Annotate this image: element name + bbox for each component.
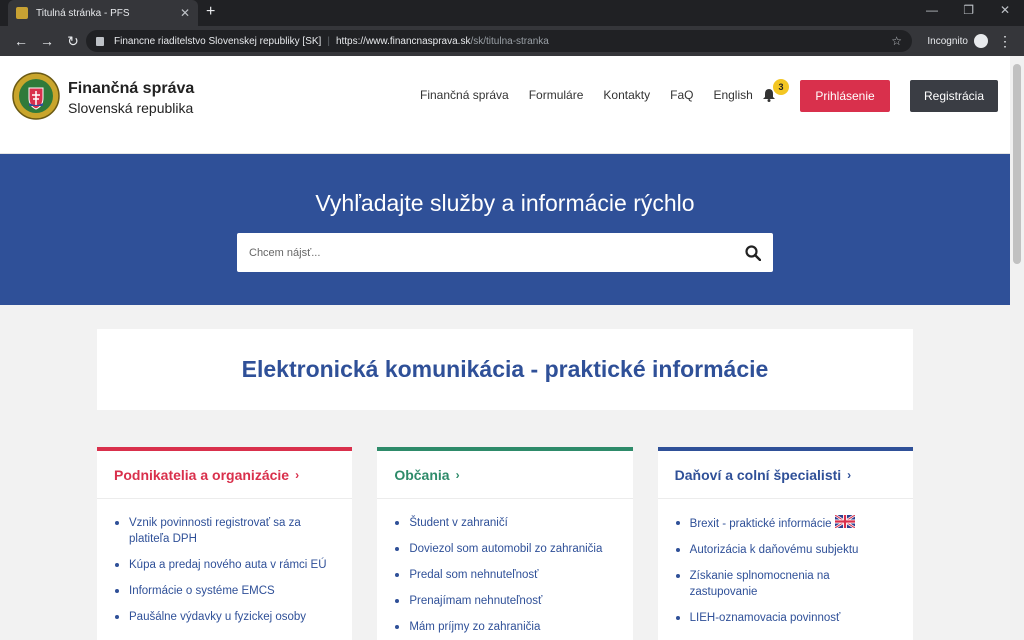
brand-subtitle: Slovenská republika	[68, 100, 194, 116]
url-path: /sk/titulna-stranka	[470, 35, 549, 47]
list-item[interactable]: Získanie splnomocnenia na zastupovanie	[675, 568, 897, 600]
page-content: Finančná správa Slovenská republika Fina…	[0, 56, 1010, 640]
scrollbar-thumb[interactable]	[1013, 64, 1021, 264]
browser-tab[interactable]: Titulná stránka - PFS ✕	[8, 0, 198, 26]
restore-icon[interactable]: ❐	[963, 3, 974, 17]
brand[interactable]: Finančná správa Slovenská republika	[68, 80, 194, 116]
search-icon[interactable]	[745, 244, 761, 261]
list-item[interactable]: Doviezol som automobil zo zahraničia	[395, 541, 616, 557]
scrollbar[interactable]	[1010, 56, 1024, 640]
nav-item-financna-sprava[interactable]: Finančná správa	[420, 88, 509, 102]
chevron-right-icon: ›	[847, 467, 852, 482]
close-window-icon[interactable]: ✕	[1000, 3, 1010, 17]
card-podnikatelia: Podnikatelia a organizácie › Vznik povin…	[97, 447, 353, 640]
list-item[interactable]: Paušálne výdavky u fyzickej osoby	[114, 609, 336, 625]
list-item-label: Brexit - praktické informácie	[689, 518, 832, 530]
card-links: Vznik povinnosti registrovať sa za plati…	[97, 499, 352, 625]
card-title-link[interactable]: Daňoví a colní špecialisti ›	[657, 451, 913, 499]
category-cards: Podnikatelia a organizácie › Vznik povin…	[97, 447, 913, 640]
login-button[interactable]: Prihlásenie	[800, 80, 890, 112]
divider: |	[327, 35, 330, 47]
bookmark-star-icon[interactable]: ☆	[891, 34, 902, 48]
card-links: Brexit - praktické informácie Autorizáci…	[658, 499, 913, 626]
list-item[interactable]: Kúpa a predaj nového auta v rámci EÚ	[114, 557, 336, 573]
uk-flag-icon	[834, 515, 855, 528]
nav-item-formulare[interactable]: Formuláre	[529, 88, 584, 102]
list-item[interactable]: Mám príjmy zo zahraničia	[395, 619, 616, 635]
search-hero: Vyhľadajte služby a informácie rýchlo	[0, 154, 1010, 305]
notification-badge: 3	[773, 79, 789, 95]
chevron-right-icon: ›	[455, 467, 460, 482]
url-host: https://www.financnasprava.sk	[335, 35, 471, 47]
site-org: Financne riaditelstvo Slovenskej republi…	[114, 35, 322, 47]
card-title-link[interactable]: Podnikatelia a organizácie ›	[97, 451, 353, 499]
lock-icon	[96, 36, 104, 46]
site-header: Finančná správa Slovenská republika Fina…	[0, 56, 1010, 154]
incognito-label: Incognito	[927, 35, 968, 47]
search-box	[237, 233, 773, 272]
chevron-right-icon: ›	[295, 467, 300, 482]
address-bar[interactable]: Financne riaditelstvo Slovenskej republi…	[86, 30, 912, 52]
search-input[interactable]	[249, 246, 745, 259]
forward-icon[interactable]: →	[34, 33, 60, 49]
card-title-link[interactable]: Občania ›	[377, 451, 633, 499]
list-item[interactable]: LIEH-oznamovacia povinnosť	[675, 610, 897, 626]
hero-title: Vyhľadajte služby a informácie rýchlo	[315, 190, 695, 216]
incognito-icon	[974, 34, 988, 48]
nav-item-faq[interactable]: FaQ	[670, 88, 693, 102]
card-links: Študent v zahraničí Doviezol som automob…	[377, 499, 632, 635]
new-tab-icon[interactable]: +	[206, 3, 215, 21]
back-icon[interactable]: ←	[8, 33, 34, 49]
browser-tabbar: Titulná stránka - PFS ✕ + — ❐ ✕	[0, 0, 1024, 26]
tab-title: Titulná stránka - PFS	[36, 7, 130, 19]
list-item[interactable]: Študent v zahraničí	[395, 515, 616, 531]
register-button[interactable]: Registrácia	[910, 80, 998, 112]
card-specialisti: Daňoví a colní špecialisti › Brexit - pr…	[657, 447, 913, 640]
list-item[interactable]: Prenajímam nehnuteľnosť	[395, 593, 616, 609]
info-banner[interactable]: Elektronická komunikácia - praktické inf…	[97, 329, 913, 410]
browser-toolbar: ← → ↻ Financne riaditelstvo Slovenskej r…	[0, 26, 1024, 56]
brand-name: Finančná správa	[68, 80, 195, 97]
list-item[interactable]: Vznik povinnosti registrovať sa za plati…	[114, 515, 336, 547]
card-title: Podnikatelia a organizácie	[114, 466, 290, 483]
minimize-icon[interactable]: —	[926, 3, 938, 17]
reload-icon[interactable]: ↻	[60, 33, 86, 50]
main-nav: Finančná správa Formuláre Kontakty FaQ E…	[420, 88, 753, 102]
info-title: Elektronická komunikácia - praktické inf…	[241, 356, 769, 382]
close-tab-icon[interactable]: ✕	[180, 6, 190, 20]
list-item[interactable]: Informácie o systéme EMCS	[114, 583, 336, 599]
list-item[interactable]: Autorizácia k daňovému subjektu	[675, 542, 897, 558]
favicon-icon	[16, 7, 28, 19]
logo-emblem-icon[interactable]	[12, 68, 60, 124]
list-item-brexit[interactable]: Brexit - praktické informácie	[675, 515, 897, 532]
list-item[interactable]: Predal som nehnuteľnosť	[395, 567, 616, 583]
card-obcania: Občania › Študent v zahraničí Doviezol s…	[377, 447, 633, 640]
card-title: Daňoví a colní špecialisti	[674, 466, 842, 483]
nav-item-english[interactable]: English	[713, 88, 752, 102]
card-title: Občania	[394, 466, 450, 483]
menu-icon[interactable]: ⋮	[998, 33, 1012, 50]
incognito-indicator[interactable]: Incognito	[927, 34, 988, 48]
nav-item-kontakty[interactable]: Kontakty	[603, 88, 650, 102]
